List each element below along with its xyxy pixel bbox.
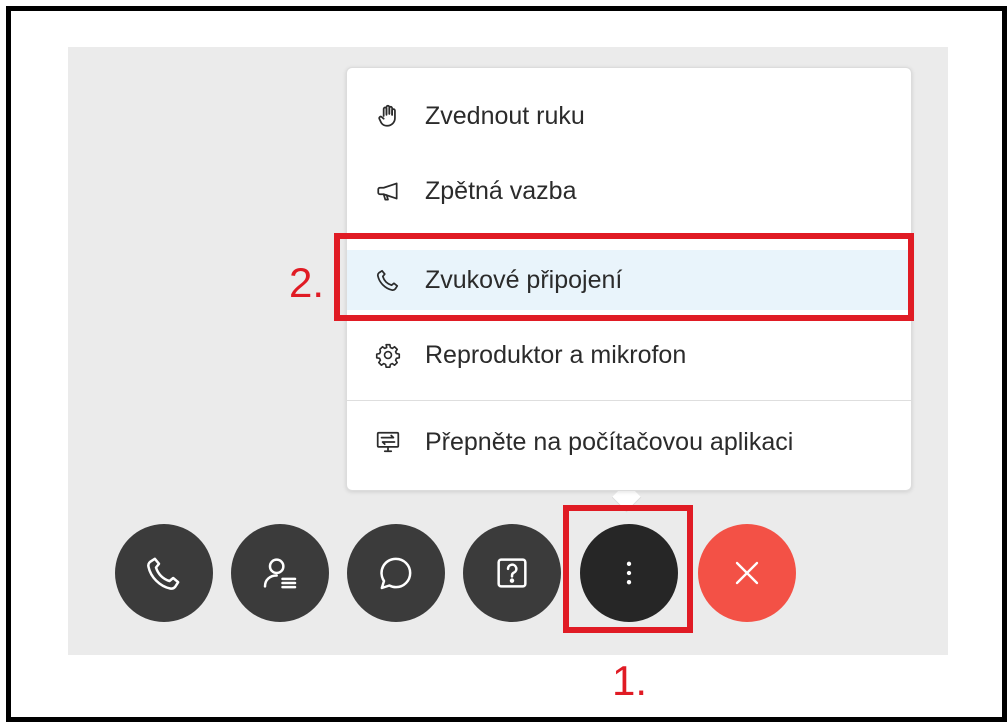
gear-icon	[371, 338, 405, 372]
step-1-label: 1.	[612, 657, 648, 704]
raise-hand-icon	[371, 99, 405, 133]
step-2-label: 2.	[289, 259, 325, 306]
menu-divider	[347, 400, 911, 401]
menu-item-label: Zvednout ruku	[425, 101, 585, 130]
switch-desktop-icon	[371, 425, 405, 459]
participants-button[interactable]	[231, 524, 329, 622]
megaphone-icon	[371, 174, 405, 208]
help-button[interactable]	[463, 524, 561, 622]
audio-button[interactable]	[115, 524, 213, 622]
phone-icon	[144, 553, 184, 593]
step-1-highlight-box	[563, 505, 693, 633]
menu-item-switch-desktop-app[interactable]: Přepněte na počítačovou aplikaci	[347, 412, 911, 472]
menu-item-raise-hand[interactable]: Zvednout ruku	[347, 86, 911, 146]
menu-item-label: Přepněte na počítačovou aplikaci	[425, 427, 794, 456]
close-icon	[727, 553, 767, 593]
step-2-highlight-box	[334, 233, 914, 321]
participants-icon	[260, 553, 300, 593]
menu-item-label: Reproduktor a mikrofon	[425, 340, 687, 369]
chat-icon	[376, 553, 416, 593]
menu-item-feedback[interactable]: Zpětná vazba	[347, 161, 911, 221]
chat-button[interactable]	[347, 524, 445, 622]
question-box-icon	[492, 553, 532, 593]
menu-item-label: Zpětná vazba	[425, 176, 577, 205]
menu-item-speaker-microphone[interactable]: Reproduktor a mikrofon	[347, 325, 911, 385]
leave-meeting-button[interactable]	[698, 524, 796, 622]
